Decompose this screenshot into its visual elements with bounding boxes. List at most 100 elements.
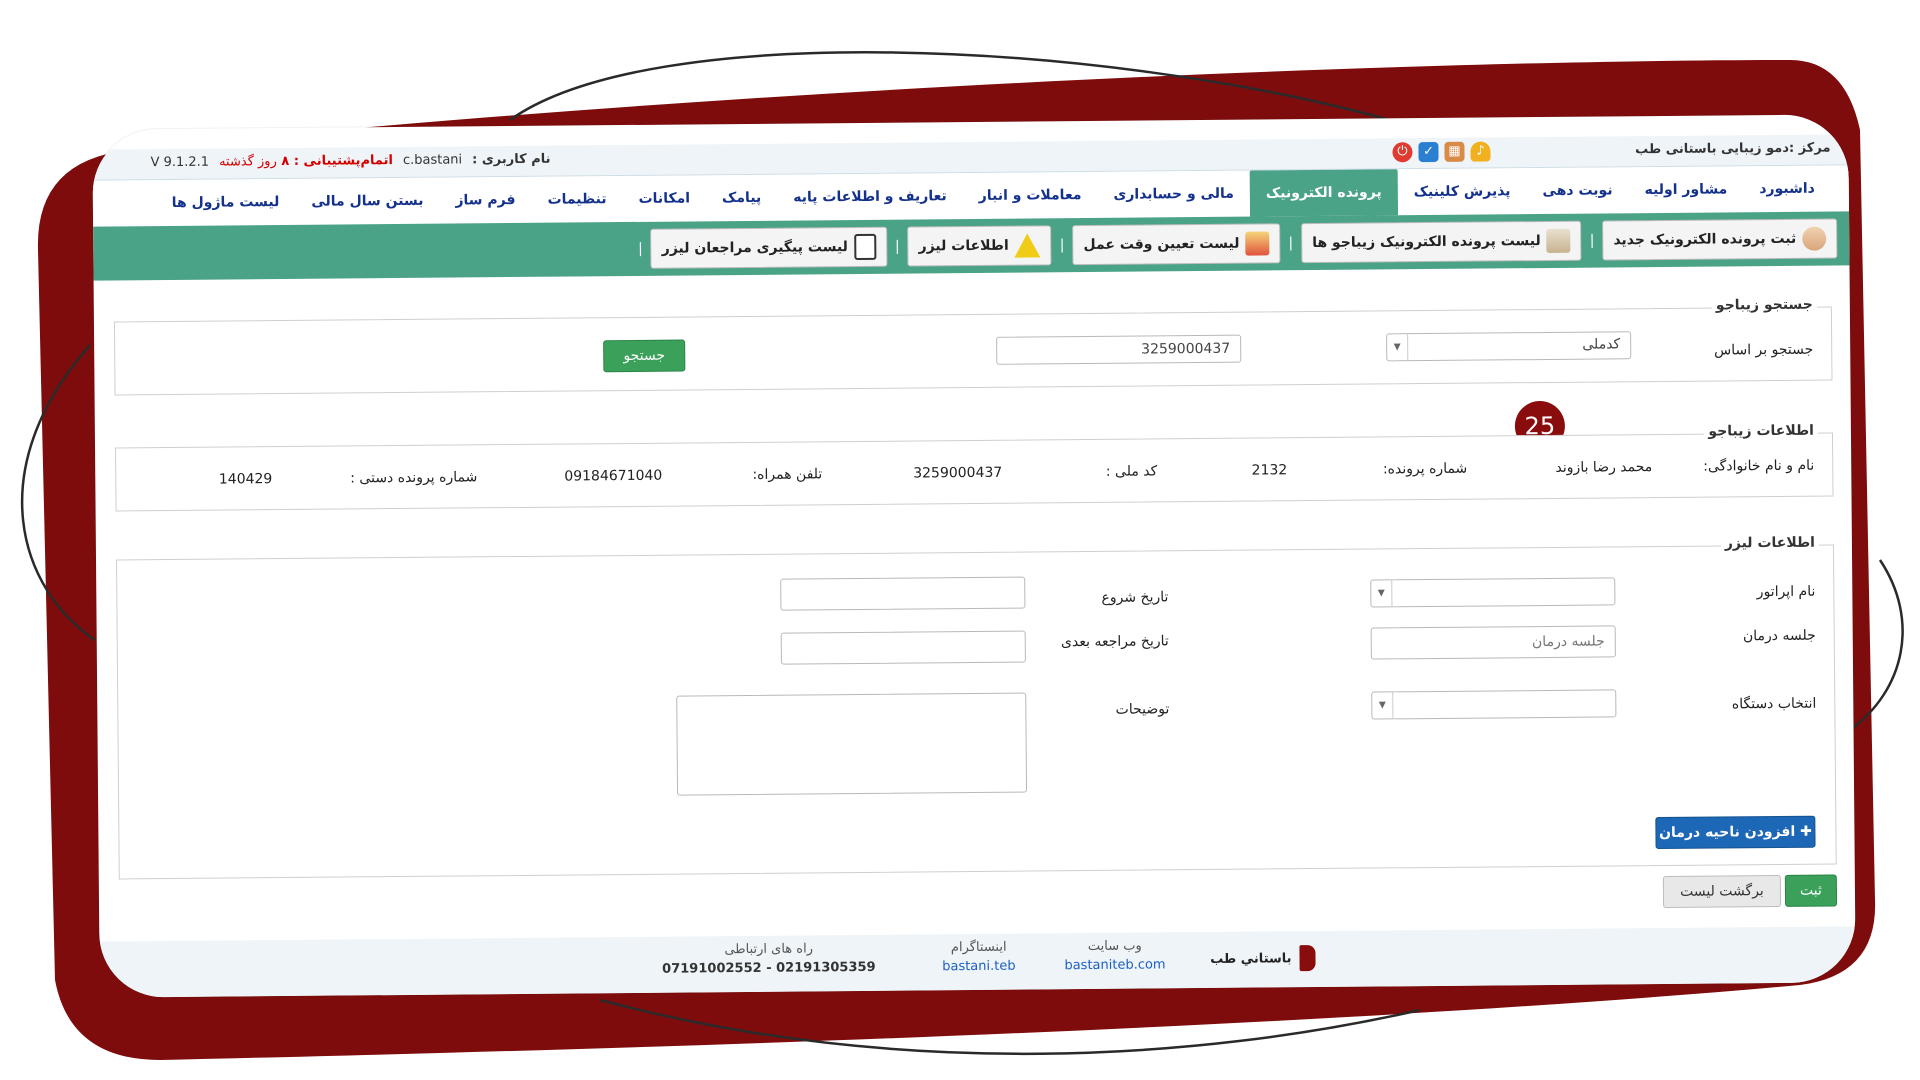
- separator: |: [1589, 232, 1595, 249]
- bell-icon[interactable]: ♪: [1470, 141, 1491, 162]
- back-to-list-button[interactable]: برگشت لیست: [1662, 874, 1782, 908]
- separator: |: [894, 238, 900, 255]
- mobile-label: تلفن همراه:: [752, 466, 823, 483]
- brand-logo-icon: [1299, 945, 1316, 972]
- contact-caption: راه های ارتباطی: [724, 941, 814, 958]
- laser-followup-button[interactable]: لیست پیگیری مراجعان لیزر: [650, 226, 888, 269]
- nav-settings[interactable]: تنظیمات: [531, 176, 622, 223]
- topbar-icons: ⏻ ✓ ▦ ♪: [1392, 141, 1491, 163]
- start-date-input[interactable]: [780, 576, 1026, 611]
- doctor-icon: [1802, 226, 1827, 251]
- laser-info-label: اطلاعات لیزر: [918, 237, 1009, 255]
- file-number: 2132: [1251, 462, 1288, 479]
- footer-instagram: اینستاگرام bastani.teb: [942, 940, 1016, 975]
- national-id-label: کد ملی :: [1105, 463, 1158, 480]
- app-version: V 9.1.2.1: [150, 154, 210, 171]
- operator-label: نام اپراتور: [1756, 583, 1816, 601]
- records-list-label: لیست پرونده الکترونیک زیباجو ها: [1312, 233, 1541, 252]
- nav-sms[interactable]: پیامک: [706, 175, 778, 222]
- client-name: محمد رضا بازوند: [1555, 459, 1653, 476]
- new-record-button[interactable]: ثبت پرونده الکترونیک جدید: [1602, 218, 1838, 261]
- nav-finance[interactable]: مالی و حسابداری: [1097, 171, 1250, 218]
- national-id: 3259000437: [913, 464, 1003, 482]
- support-status: اتمام‌پشتیبانی : ۸ روز گذشته: [219, 153, 393, 170]
- appointment-list-button[interactable]: لیست تعیین وقت عمل: [1072, 223, 1281, 266]
- calendar-icon[interactable]: ▦: [1444, 141, 1465, 162]
- power-icon[interactable]: ⏻: [1392, 142, 1413, 163]
- nav-electronic-records[interactable]: پرونده الکترونیک: [1249, 169, 1398, 217]
- laser-info-panel: اطلاعات لیزر نام اپراتور ▼ تاریخ شروع جل…: [115, 534, 1837, 880]
- nav-form-builder[interactable]: فرم ساز: [439, 177, 532, 224]
- manual-file-number: 140429: [218, 471, 273, 488]
- clipboard-icon: [853, 233, 877, 261]
- mobile-number: 09184671040: [564, 467, 663, 485]
- add-treatment-area-label: افزودن ناحیه درمان: [1658, 823, 1796, 842]
- separator: |: [1288, 235, 1294, 252]
- laser-info-legend: اطلاعات لیزر: [1720, 534, 1819, 552]
- brand-name: باستاني طب: [1210, 950, 1292, 967]
- website-link[interactable]: bastaniteb.com: [1064, 957, 1165, 973]
- session-input[interactable]: [1370, 625, 1616, 660]
- calendar-icon: [1245, 231, 1270, 256]
- submit-button[interactable]: ثبت: [1784, 874, 1838, 907]
- search-button[interactable]: جستجو: [603, 339, 686, 373]
- next-visit-label: تاریخ مراجعه بعدی: [1060, 633, 1169, 651]
- footer-brand: باستاني طب: [1210, 945, 1316, 972]
- operator-select[interactable]: ▼: [1370, 577, 1616, 608]
- device-label: انتخاب دستگاه: [1731, 695, 1817, 713]
- start-date-label: تاریخ شروع: [1101, 589, 1169, 606]
- username: c.bastani: [402, 152, 463, 168]
- nav-close-fiscal-year[interactable]: بستن سال مالی: [295, 178, 439, 225]
- laser-warning-icon: [1014, 233, 1041, 258]
- search-by-label: جستجو بر اساس: [1714, 341, 1814, 359]
- chevron-down-icon: ▼: [1387, 334, 1409, 361]
- records-list-button[interactable]: لیست پرونده الکترونیک زیباجو ها: [1300, 220, 1582, 264]
- notes-textarea[interactable]: [676, 692, 1028, 796]
- client-name-label: نام و نام خانوادگی:: [1703, 457, 1815, 475]
- user-info: نام کاربری : c.bastani اتمام‌پشتیبانی : …: [150, 152, 550, 170]
- calendar-check-icon[interactable]: ✓: [1418, 141, 1439, 163]
- manual-file-label: شماره پرونده دستی :: [350, 469, 478, 487]
- client-info-panel: اطلاعات زیباجو نام و نام خانوادگی: محمد …: [115, 422, 1834, 512]
- search-by-select[interactable]: کدملی ▼: [1386, 331, 1632, 362]
- nav-initial-consultant[interactable]: مشاور اولیه: [1628, 166, 1743, 213]
- contact-phones: 07191002552 - 02191305359: [662, 959, 876, 977]
- center-name: مرکز :دمو زیبایی باستانی طب: [1635, 140, 1831, 158]
- separator: |: [1059, 237, 1065, 254]
- app-screen: مرکز :دمو زیبایی باستانی طب ⏻ ✓ ▦ ♪ نام …: [92, 114, 1856, 998]
- instagram-link[interactable]: bastani.teb: [942, 959, 1016, 975]
- plus-icon: ✚: [1800, 823, 1812, 840]
- add-treatment-area-button[interactable]: ✚ افزودن ناحیه درمان: [1655, 815, 1816, 850]
- next-visit-input[interactable]: [780, 630, 1026, 665]
- nav-inventory[interactable]: معاملات و انبار: [963, 172, 1098, 219]
- instagram-caption: اینستاگرام: [950, 939, 1007, 956]
- nav-base-definitions[interactable]: تعاریف و اطلاعات پایه: [777, 173, 963, 221]
- appointment-list-label: لیست تعیین وقت عمل: [1083, 235, 1240, 254]
- search-input[interactable]: [996, 334, 1242, 365]
- nav-appointments[interactable]: نوبت دهی: [1526, 167, 1628, 214]
- support-label: اتمام‌پشتیبانی : ۸: [281, 153, 394, 170]
- device-select[interactable]: ▼: [1371, 689, 1617, 720]
- new-record-label: ثبت پرونده الکترونیک جدید: [1613, 230, 1797, 249]
- notes-label: توضیحات: [1115, 701, 1170, 718]
- file-number-label: شماره پرونده:: [1382, 460, 1468, 478]
- nav-features[interactable]: امکانات: [622, 175, 706, 222]
- nav-clinic-reception[interactable]: پذیرش کلینیک: [1397, 168, 1526, 215]
- laser-followup-label: لیست پیگیری مراجعان لیزر: [661, 239, 848, 257]
- file-icon: [1546, 228, 1571, 253]
- chevron-down-icon: ▼: [1371, 580, 1393, 607]
- nav-module-list[interactable]: لیست ماژول ها: [156, 179, 296, 226]
- website-caption: وب سایت: [1087, 938, 1142, 955]
- footer-contact: راه های ارتباطی 07191002552 - 0219130535…: [662, 941, 876, 977]
- footer-website: وب سایت bastaniteb.com: [1064, 938, 1165, 974]
- search-panel: جستجو زیباجو جستجو بر اساس کدملی ▼ جستجو: [113, 296, 1833, 396]
- support-suffix: روز گذشته: [218, 154, 277, 170]
- nav-dashboard[interactable]: داشبورد: [1743, 166, 1831, 213]
- search-legend: جستجو زیباجو: [1711, 296, 1817, 314]
- session-label: جلسه درمان: [1742, 627, 1816, 645]
- separator: |: [637, 240, 643, 257]
- client-info-legend: اطلاعات زیباجو: [1704, 422, 1819, 440]
- username-label: نام کاربری :: [472, 151, 551, 168]
- chevron-down-icon: ▼: [1372, 692, 1394, 719]
- laser-info-button[interactable]: اطلاعات لیزر: [907, 225, 1052, 267]
